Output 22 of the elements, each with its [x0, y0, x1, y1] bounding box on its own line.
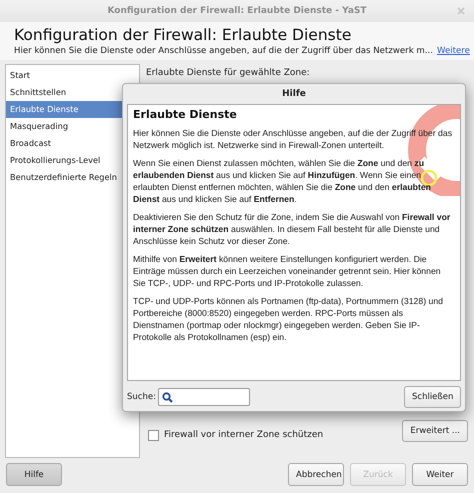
help-paragraph: Hier können Sie die Dienste oder Anschlüsse angeben, auf die der Zugriff über das Netzwerk möglich ist. Netzwerke sind in Firewall-Zonen unterteilt.: [133, 127, 454, 151]
more-link[interactable]: Weitere: [436, 46, 470, 56]
help-paragraph: Deaktivieren Sie den Schutz für die Zone, indem Sie die Auswahl von Firewall vor interner Zone schützen auswählen. In diesem Fall besteht für alle Dienste und Anschlüsse kein Schutz vor dieser Zone.: [133, 211, 452, 247]
description-text: Hier können Sie die Dienste oder Anschlüsse angeben, auf die der Zugriff über das Netzwerk m...: [14, 46, 433, 56]
dialog-title: Hilfe: [281, 88, 307, 101]
help-paragraph: Mithilfe von Erweitert können weitere Einstellungen konfiguriert werden. Die Einträge müssen durch ein Leerzeichen voneinander getrennt sein. Hier können Sie TCP-, UDP- und RPC-Ports und IP-Protokolle zulassen.: [133, 253, 442, 289]
zone-label: Erlaubte Dienste für gewählte Zone:: [146, 68, 311, 78]
help-paragraph: Wenn Sie einen Dienst zulassen möchten, wählen Sie die Zone und den zu erlaubenden Dienst aus und klicken Sie auf Hinzufügen. Wenn Sie einen erlaubten Dienst entfernen möchten, wählen Sie die Zone und den erlaubten Dienst aus und klicken Sie auf Entfernen.: [133, 157, 432, 205]
search-icon: [162, 392, 173, 402]
footer-button[interactable]: Abbrechen: [288, 463, 344, 486]
help-paragraph: TCP- und UDP-Ports können als Portnamen (ftp-data), Portnummern (3128) und Portbereiche (8000:8520) eingegeben werden. RPC-Ports müssen als Dienstnamen (portmap oder nlockmgr) eingegeben werden. Geben Sie IP-Protokolle als Protokollnamen (esp) ein.: [133, 295, 444, 343]
advanced-button[interactable]: Erweitert ...: [402, 420, 468, 442]
checkbox-label: Firewall vor interner Zone schützen: [164, 430, 324, 440]
close-button[interactable]: Schließen: [404, 386, 461, 408]
search-field[interactable]: [158, 388, 250, 406]
window-title: Konfiguration der Firewall: Erlaubte Dienste - YaST: [107, 6, 367, 16]
search-label: Suche:: [127, 392, 156, 402]
page-title: Konfiguration der Firewall: Erlaubte Dienste: [14, 26, 352, 44]
checkbox[interactable]: [148, 430, 159, 440]
sidebar-item[interactable]: Start: [6, 67, 139, 84]
help-button[interactable]: Hilfe: [6, 463, 62, 486]
footer-button[interactable]: Weiter: [412, 463, 468, 486]
